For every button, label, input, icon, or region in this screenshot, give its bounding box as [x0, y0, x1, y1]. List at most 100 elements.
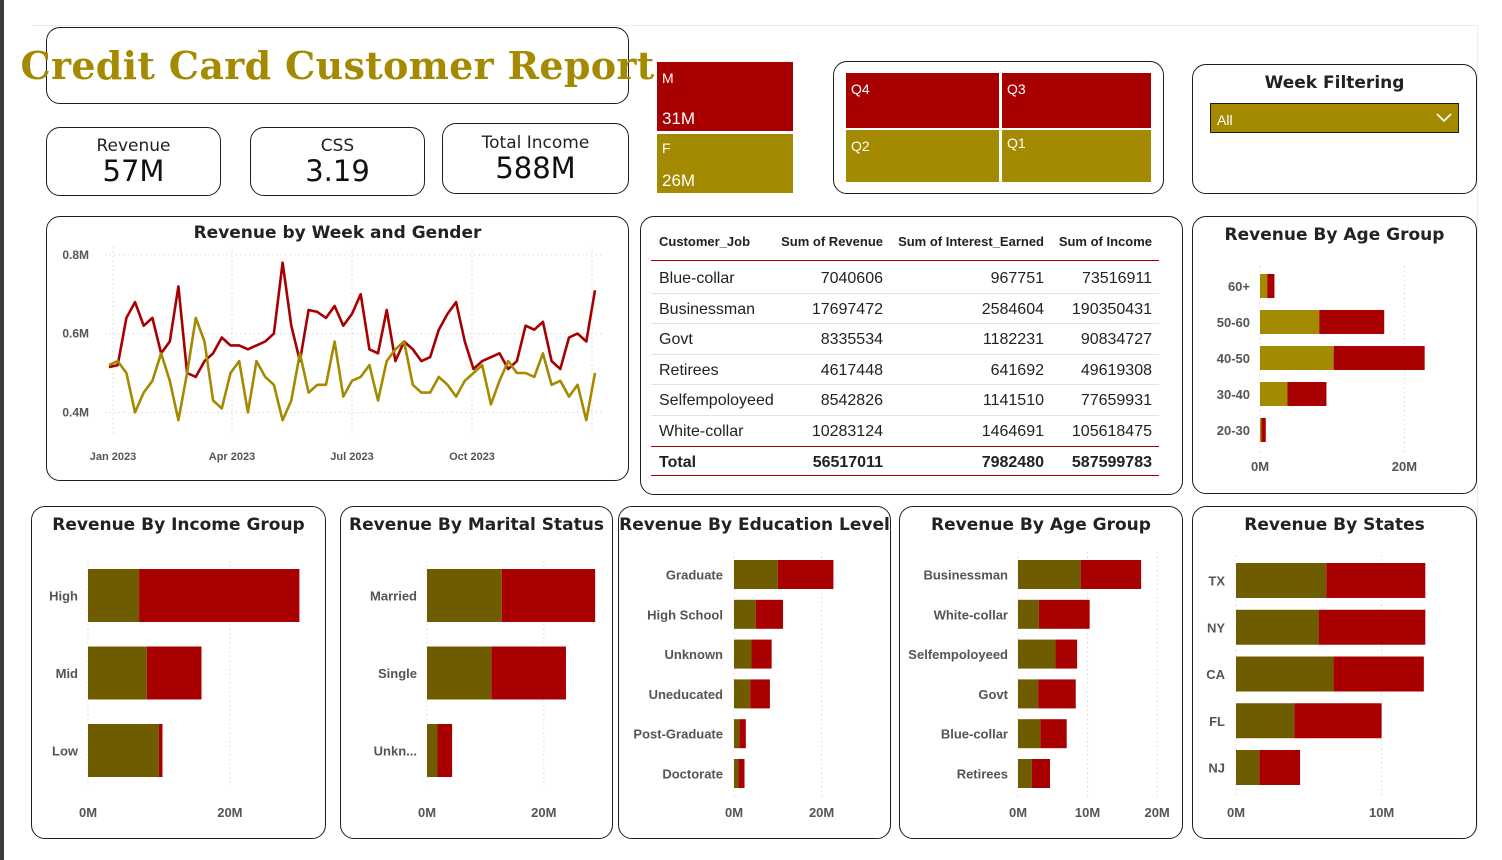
bar-segment[interactable]	[734, 639, 752, 669]
table-header-income[interactable]: Sum of Income	[1059, 234, 1152, 249]
bar-segment[interactable]	[1080, 560, 1142, 589]
bar-segment[interactable]	[1326, 563, 1426, 598]
bar-segment[interactable]	[1260, 382, 1288, 406]
treemap-cell-male-value: 31M	[662, 109, 696, 128]
bar-segment[interactable]	[1236, 750, 1260, 785]
x-tick-label: Jul 2023	[330, 451, 373, 463]
bar-segment[interactable]	[734, 719, 740, 749]
bar-segment[interactable]	[1038, 679, 1076, 709]
week-gender-line-chart[interactable]: 0.4M 0.6M 0.8M Jan 2023 Apr 2023 Jul 2023 Oct …	[47, 217, 627, 479]
bar-segment[interactable]	[1319, 310, 1385, 334]
bar-segment[interactable]	[1018, 719, 1041, 749]
table-header-job[interactable]: Customer_Job	[659, 234, 750, 249]
bar-segment[interactable]	[1236, 656, 1334, 692]
table-row[interactable]: Blue-collar 7040606 967751 73516911	[651, 263, 1159, 294]
bar-segment[interactable]	[139, 569, 300, 622]
bar-segment[interactable]	[751, 639, 772, 669]
x-tick-label: 0M	[725, 805, 743, 820]
bar-segment[interactable]	[437, 724, 453, 777]
kpi-css-card[interactable]: CSS 3.19	[250, 127, 425, 196]
table-header-revenue[interactable]: Sum of Revenue	[781, 234, 883, 249]
table-cell-interest: 641692	[990, 361, 1044, 379]
bar-segment[interactable]	[1038, 599, 1090, 629]
kpi-revenue-card[interactable]: Revenue 57M	[46, 127, 221, 196]
bar-segment[interactable]	[1018, 759, 1032, 788]
kpi-income-card[interactable]: Total Income 588M	[442, 123, 629, 194]
bar-segment[interactable]	[1319, 609, 1426, 645]
income-group-bar-chart[interactable]: 0M 20M High Mid Low	[32, 507, 324, 837]
table-header-interest[interactable]: Sum of Interest_Earned	[898, 234, 1044, 249]
treemap-cell-q4[interactable]: Q4	[845, 72, 1000, 129]
bar-segment[interactable]	[734, 599, 756, 629]
bar-segment[interactable]	[738, 759, 745, 788]
bar-segment[interactable]	[1333, 346, 1425, 370]
bar-segment[interactable]	[1236, 563, 1327, 598]
bar-segment[interactable]	[750, 679, 770, 709]
bar-segment[interactable]	[1236, 703, 1295, 739]
bar-segment[interactable]	[1260, 310, 1320, 334]
bar-segment[interactable]	[1259, 750, 1301, 785]
bar-segment[interactable]	[1260, 274, 1268, 298]
bar-segment[interactable]	[1040, 719, 1067, 749]
gender-treemap[interactable]: M 31M F 26M	[656, 61, 794, 194]
marital-status-bar-chart[interactable]: 0M 20M Married Single Unkn...	[341, 507, 611, 837]
bar-segment[interactable]	[1018, 560, 1081, 589]
bar-segment[interactable]	[427, 646, 492, 700]
table-row[interactable]: Retirees 4617448 641692 49619308	[651, 355, 1159, 385]
treemap-cell-q1[interactable]: Q1	[1001, 129, 1152, 183]
bar-segment[interactable]	[88, 724, 159, 777]
education-bar-chart[interactable]: 0M 20M Graduate High School Unknown Uneducate…	[619, 507, 889, 837]
table-total-row: Total 56517011 7982480 587599783	[651, 446, 1159, 476]
table-row[interactable]: Govt 8335534 1182231 90834727	[651, 324, 1159, 355]
bar-segment[interactable]	[146, 646, 202, 700]
table-row[interactable]: White-collar 10283124 1464691 105618475	[651, 416, 1159, 447]
bar-segment[interactable]	[755, 599, 784, 629]
bar-segment[interactable]	[1287, 382, 1327, 406]
bar-segment[interactable]	[88, 646, 147, 700]
age-group-bar-chart[interactable]: 0M 20M 60+ 50-60 40-50 30-40 20-30	[1193, 217, 1475, 492]
states-bar-chart[interactable]: 0M 10M TX NY CA FL NJ	[1193, 507, 1475, 837]
week-filter-dropdown[interactable]: All	[1210, 103, 1459, 133]
bar-segment[interactable]	[1333, 656, 1424, 692]
bar-segment[interactable]	[1267, 274, 1275, 298]
treemap-cell-female[interactable]: F 26M	[656, 133, 794, 194]
category-label: 40-50	[1217, 351, 1250, 366]
treemap-cell-q3[interactable]: Q3	[1001, 72, 1152, 129]
bar-segment[interactable]	[158, 724, 163, 777]
table-row[interactable]: Businessman 17697472 2584604 190350431	[651, 294, 1159, 324]
bar-segment[interactable]	[734, 759, 739, 788]
bar-segment[interactable]	[1261, 418, 1266, 442]
bar-segment[interactable]	[734, 560, 778, 589]
bar-segment[interactable]	[88, 569, 140, 622]
bar-segment[interactable]	[1236, 609, 1320, 645]
table-header-row: Customer_Job Sum of Revenue Sum of Inter…	[651, 229, 1159, 261]
treemap-cell-male[interactable]: M 31M	[656, 61, 794, 132]
bar-segment[interactable]	[1055, 639, 1078, 669]
category-label: Selfempoloyeed	[908, 647, 1008, 662]
treemap-cell-q1-label: Q1	[1007, 135, 1026, 151]
bar-segment[interactable]	[491, 646, 566, 700]
age-group-chart-card: Revenue By Age Group 0M 20M 60+ 50-60 40-50 3…	[1192, 216, 1477, 494]
bar-segment[interactable]	[1018, 599, 1039, 629]
category-label: Low	[52, 744, 79, 759]
bar-segment[interactable]	[427, 569, 502, 622]
bar-segment[interactable]	[1018, 639, 1056, 669]
bar-segment[interactable]	[501, 569, 596, 622]
bar-segment[interactable]	[739, 719, 746, 749]
bar-segment[interactable]	[734, 679, 751, 709]
states-chart-card: Revenue By States 0M 10M TX NY CA FL NJ	[1192, 506, 1477, 839]
bar-segment[interactable]	[1294, 703, 1382, 739]
bar-segment[interactable]	[1260, 418, 1262, 442]
bar-segment[interactable]	[1018, 679, 1039, 709]
job-bar-chart[interactable]: 0M 10M 20M Businessman White-collar Selfempol…	[900, 507, 1181, 837]
table-row[interactable]: Selfempoloyeed 8542826 1141510 77659931	[651, 385, 1159, 416]
bar-segment[interactable]	[1031, 759, 1050, 788]
bar-segment[interactable]	[1260, 346, 1334, 370]
x-tick-label: 20M	[1144, 805, 1169, 820]
week-filter-selected: All	[1217, 112, 1233, 128]
treemap-cell-q2[interactable]: Q2	[845, 129, 1000, 183]
x-tick-label: Jan 2023	[90, 451, 136, 463]
table-cell-interest: 967751	[990, 270, 1044, 287]
bar-segment[interactable]	[777, 560, 834, 589]
bar-segment[interactable]	[427, 724, 438, 777]
